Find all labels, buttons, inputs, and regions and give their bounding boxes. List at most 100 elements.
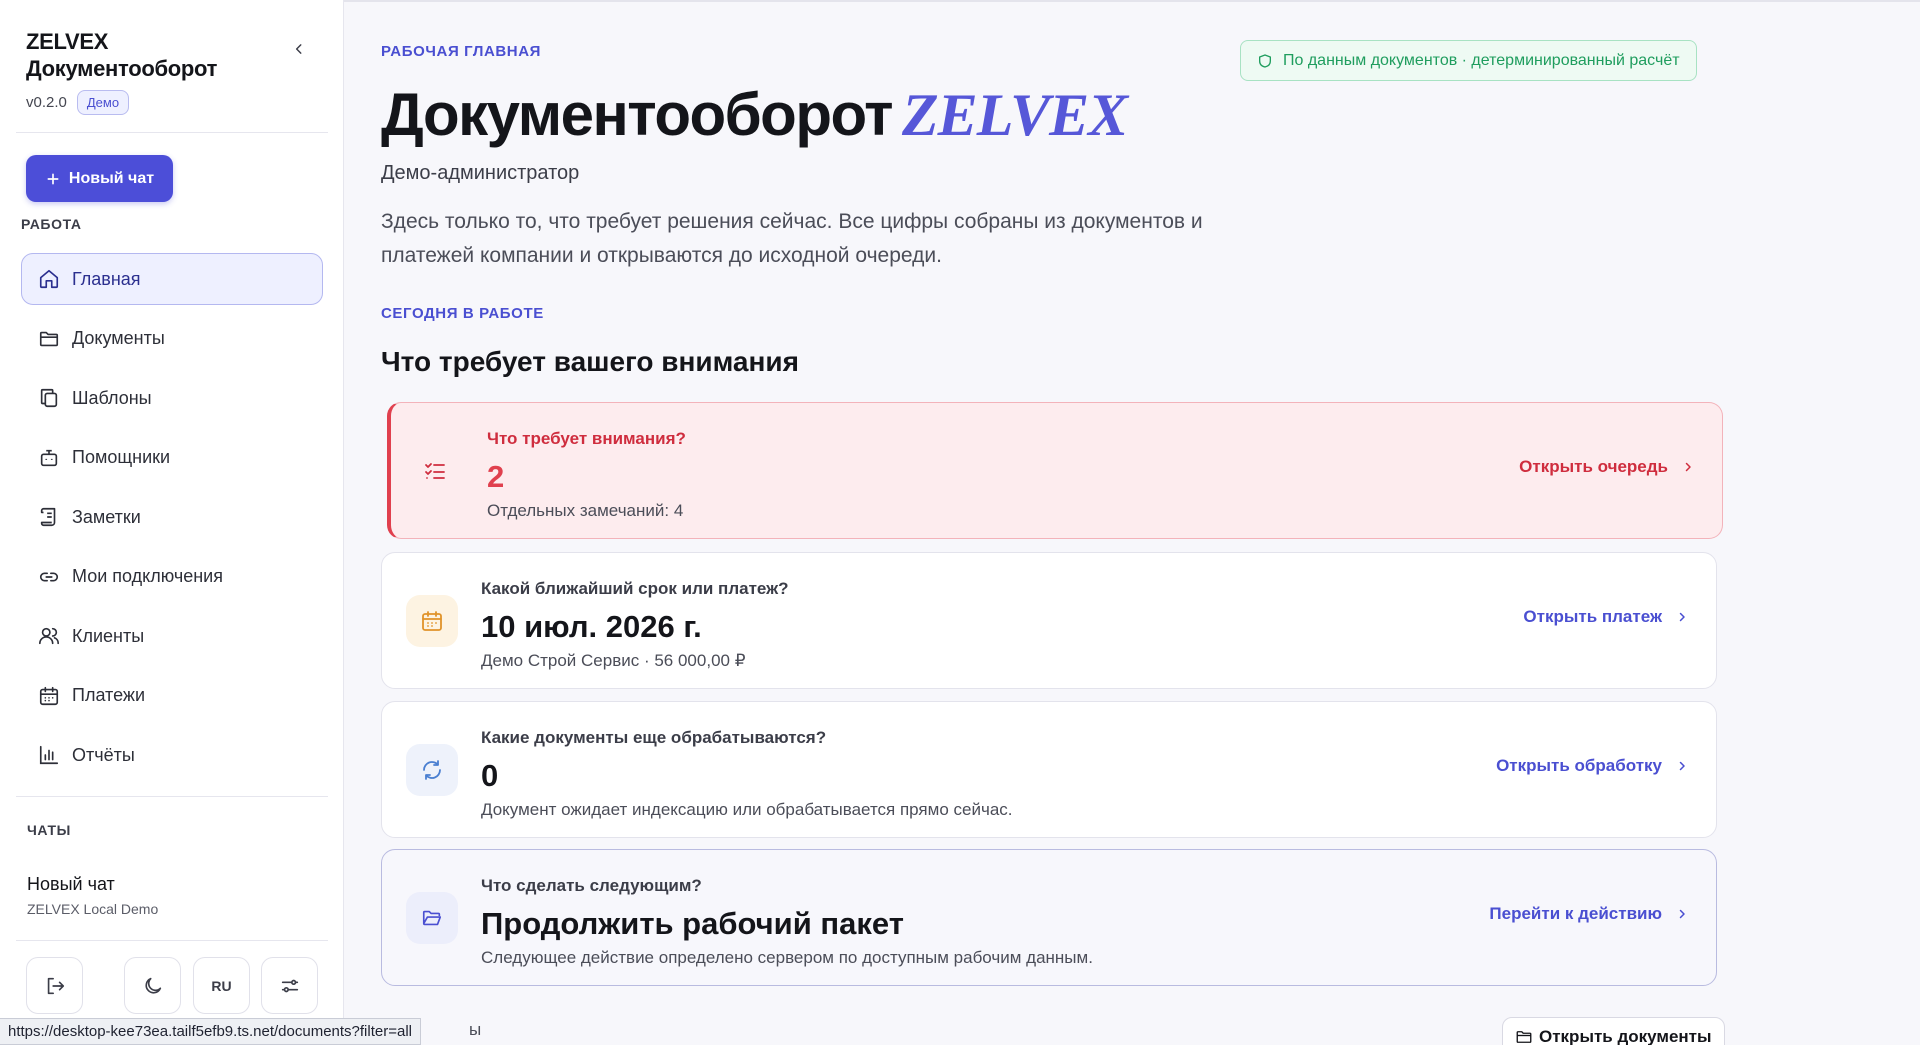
processing-card: Какие документы еще обрабатываются? 0 До… bbox=[381, 701, 1717, 838]
open-payment-link[interactable]: Открыть платеж bbox=[1523, 607, 1688, 627]
sidebar-item-label: Клиенты bbox=[72, 625, 145, 646]
card-icon-wrap bbox=[406, 595, 458, 647]
bar-chart-icon bbox=[39, 745, 59, 765]
sidebar-item-clients[interactable]: Клиенты bbox=[21, 610, 323, 662]
sidebar-item-label: Отчёты bbox=[72, 744, 135, 765]
card-question: Что требует внимания? bbox=[487, 429, 686, 448]
card-question: Какой ближайший срок или платеж? bbox=[481, 579, 789, 598]
section-label-chats: ЧАТЫ bbox=[27, 822, 71, 838]
user-role: Демо-администратор bbox=[381, 162, 580, 184]
brand: ZELVEX Документооборот v0.2.0 Демо bbox=[26, 28, 266, 115]
deadline-card: Какой ближайший срок или платеж? 10 июл.… bbox=[381, 552, 1717, 689]
open-queue-link[interactable]: Открыть очередь bbox=[1519, 457, 1694, 477]
sidebar-item-payments[interactable]: Платежи bbox=[21, 670, 323, 722]
sidebar-nav: Главная Документы Шаблоны Помощники Заме… bbox=[21, 253, 323, 789]
page-title-text: Документооборот bbox=[381, 81, 894, 148]
card-question: Что сделать следующим? bbox=[481, 876, 702, 895]
page-lead: Здесь только то, что требует решения сей… bbox=[381, 210, 1203, 267]
new-chat-button[interactable]: Новый чат bbox=[26, 155, 173, 202]
open-documents-label: Открыть документы bbox=[1539, 1027, 1712, 1045]
chat-subtitle: ZELVEX Local Demo bbox=[27, 901, 159, 917]
sidebar-item-assistants[interactable]: Помощники bbox=[21, 432, 323, 484]
folder-icon bbox=[1516, 1031, 1532, 1043]
open-documents-button[interactable]: Открыть документы bbox=[1502, 1017, 1725, 1045]
page-title-brand: ZELVEX bbox=[902, 82, 1128, 148]
chevron-right-icon bbox=[1685, 462, 1691, 472]
sidebar-item-home[interactable]: Главная bbox=[21, 253, 323, 305]
card-subtext: Документ ожидает индексацию или обрабаты… bbox=[481, 800, 1013, 819]
card-icon-wrap bbox=[409, 445, 461, 497]
sidebar-divider bbox=[16, 940, 328, 941]
page-eyebrow: РАБОЧАЯ ГЛАВНАЯ bbox=[381, 43, 542, 60]
sidebar-item-reports[interactable]: Отчёты bbox=[21, 729, 323, 781]
brand-name-line1: ZELVEX bbox=[26, 29, 109, 54]
sidebar-item-templates[interactable]: Шаблоны bbox=[21, 372, 323, 424]
sidebar-item-label: Заметки bbox=[72, 506, 141, 527]
users-icon bbox=[39, 627, 59, 645]
chat-title: Новый чат bbox=[27, 874, 115, 894]
sidebar-item-connections[interactable]: Мои подключения bbox=[21, 551, 323, 603]
section-eyebrow: СЕГОДНЯ В РАБОТЕ bbox=[381, 305, 544, 322]
card-icon-wrap bbox=[406, 892, 458, 944]
logout-icon bbox=[47, 977, 64, 994]
sliders-icon bbox=[281, 979, 298, 992]
logout-button[interactable] bbox=[26, 957, 83, 1014]
checklist-icon bbox=[425, 463, 445, 479]
next-action-card: Что сделать следующим? Продолжить рабочи… bbox=[381, 849, 1717, 986]
new-chat-label: Новый чат bbox=[68, 169, 155, 187]
go-to-action-link[interactable]: Перейти к действию bbox=[1489, 904, 1688, 924]
sidebar-item-label: Помощники bbox=[72, 447, 171, 467]
chevron-left-icon bbox=[295, 44, 302, 54]
brand-name-line2: Документооборот bbox=[26, 56, 218, 81]
collapse-sidebar-button[interactable] bbox=[288, 38, 310, 60]
demo-badge: Демо bbox=[76, 90, 130, 115]
plus-icon bbox=[47, 173, 59, 184]
shield-icon bbox=[1259, 53, 1271, 68]
page-title: Документооборот ZELVEX bbox=[381, 80, 1128, 150]
version-label: v0.2.0 bbox=[26, 94, 67, 111]
link-icon bbox=[39, 572, 59, 581]
data-source-badge-label: По данным документов · детерминированный… bbox=[1283, 51, 1680, 69]
sidebar-item-label: Главная bbox=[72, 268, 141, 289]
home-icon bbox=[39, 269, 59, 289]
sidebar-item-notes[interactable]: Заметки bbox=[21, 491, 323, 543]
section-heading: Что требует вашего внимания bbox=[381, 346, 799, 377]
moon-icon bbox=[144, 977, 161, 994]
card-value: 0 bbox=[481, 758, 499, 793]
language-button[interactable]: RU bbox=[193, 957, 250, 1014]
sidebar-item-label: Мои подключения bbox=[72, 566, 223, 586]
open-processing-link[interactable]: Открыть обработку bbox=[1496, 756, 1688, 776]
card-subtext: Демо Строй Сервис · 56 000,00 ₽ bbox=[481, 651, 746, 670]
attention-card: Что требует внимания? 2 Отдельных замеча… bbox=[387, 402, 1723, 539]
folder-open-icon bbox=[422, 910, 442, 926]
sidebar: ZELVEX Документооборот v0.2.0 Демо Новый… bbox=[0, 0, 344, 1045]
main-content: РАБОЧАЯ ГЛАВНАЯ По данным документов · д… bbox=[345, 0, 1920, 1045]
status-bar-url: https://desktop-kee73ea.tailf5efb9.ts.ne… bbox=[0, 1018, 421, 1045]
bot-icon bbox=[40, 449, 58, 466]
sidebar-item-label: Документы bbox=[72, 328, 165, 348]
card-value: Продолжить рабочий пакет bbox=[481, 906, 904, 941]
chevron-right-icon bbox=[1679, 761, 1685, 771]
card-subtext: Отдельных замечаний: 4 bbox=[487, 501, 684, 520]
calendar-icon bbox=[39, 686, 59, 705]
card-link-label: Открыть платеж bbox=[1523, 607, 1662, 626]
chat-item[interactable]: Новый чат ZELVEX Local Demo bbox=[27, 874, 307, 917]
card-link-label: Открыть обработку bbox=[1496, 756, 1662, 775]
folder-icon bbox=[39, 331, 59, 346]
sidebar-item-documents[interactable]: Документы bbox=[21, 313, 323, 365]
sidebar-divider bbox=[16, 796, 328, 797]
data-source-badge: По данным документов · детерминированный… bbox=[1240, 40, 1697, 81]
chevron-right-icon bbox=[1679, 909, 1685, 919]
card-value: 10 июл. 2026 г. bbox=[481, 609, 702, 644]
card-link-label: Перейти к действию bbox=[1489, 904, 1662, 923]
card-value: 2 bbox=[487, 459, 505, 494]
sidebar-item-label: Платежи bbox=[72, 685, 146, 705]
card-question: Какие документы еще обрабатываются? bbox=[481, 728, 827, 747]
section-partial-text: ы bbox=[469, 1020, 482, 1039]
settings-button[interactable] bbox=[261, 957, 318, 1014]
section-label-work: РАБОТА bbox=[21, 216, 82, 232]
card-link-label: Открыть очередь bbox=[1519, 457, 1668, 476]
refresh-icon bbox=[423, 760, 441, 780]
theme-toggle-button[interactable] bbox=[124, 957, 181, 1014]
copy-icon bbox=[40, 388, 58, 408]
